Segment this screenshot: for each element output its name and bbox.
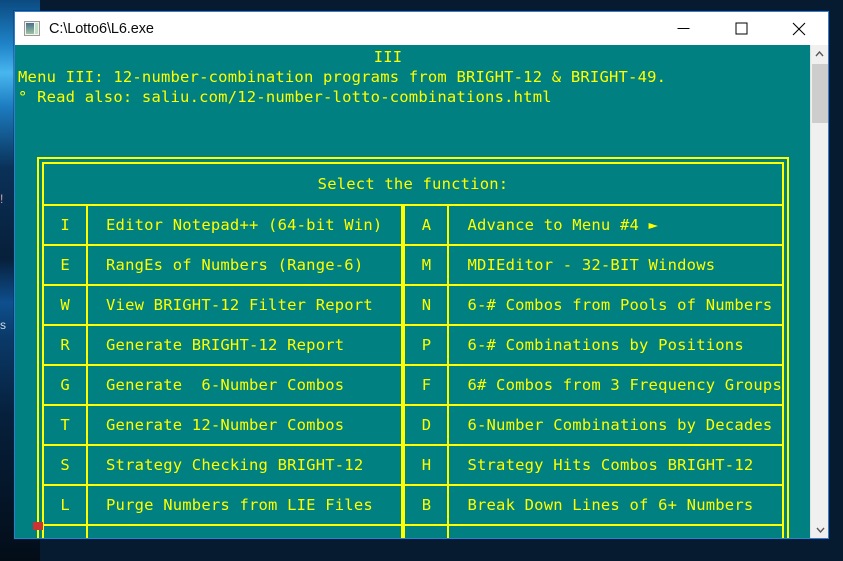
minimize-button[interactable] <box>654 12 712 45</box>
menu-label-D: 6-Number Combinations by Decades <box>467 416 773 434</box>
menu-label-E: RangEs of Numbers (Range-6) <box>106 256 364 274</box>
menu-item-H[interactable]: H Strategy Hits Combos BRIGHT-12 <box>405 446 782 486</box>
menu-item-7[interactable]: 7 7x7 Clusters for 6/49 Lotto <box>44 526 401 538</box>
menu-key-N: N <box>405 286 450 324</box>
menu-key-P: P <box>405 326 450 364</box>
console-output: III Menu III: 12-number-combination prog… <box>15 45 810 538</box>
close-icon <box>792 22 806 35</box>
console-window: C:\Lotto6\L6.exe III Menu III: 12-number… <box>14 11 829 539</box>
menu-item-T[interactable]: T Generate 12-Number Combos <box>44 406 402 446</box>
menu-key-H: H <box>405 446 450 484</box>
scroll-up-button[interactable] <box>811 45 828 62</box>
menu-key-W: W <box>44 286 88 324</box>
menu-item-M[interactable]: M MDIEditor - 32-BIT Windows <box>405 246 782 286</box>
console-header: III Menu III: 12-number-combination prog… <box>15 45 810 107</box>
menu-label-R: Generate BRIGHT-12 Report <box>106 336 345 354</box>
console-app-icon <box>24 21 40 36</box>
menu-item-E[interactable]: E RangEs of Numbers (Range-6) <box>44 246 402 286</box>
menu-key-L: L <box>44 486 88 524</box>
menu-item-B[interactable]: B Break Down Lines of 6+ Numbers <box>405 486 782 526</box>
menu-key-S: S <box>44 446 88 484</box>
menu-key-7: 7 <box>44 526 88 538</box>
menu-key-G: G <box>44 366 88 404</box>
menu-item-D[interactable]: D 6-Number Combinations by Decades <box>405 406 782 446</box>
header-read-also-link: ° Read also: saliu.com/12-number-lotto-c… <box>18 88 552 106</box>
menu-item-F[interactable]: F 6# Combos from 3 Frequency Groups <box>405 366 782 406</box>
menu-key-F: F <box>405 366 450 404</box>
desktop-icon-label-2: s <box>0 318 6 332</box>
menu-columns: I Editor Notepad++ (64-bit Win) E RangEs… <box>44 206 782 538</box>
menu-item-L[interactable]: L Purge Numbers from LIE Files <box>44 486 402 526</box>
menu-column-right: A Advance to Menu #4 ► M MDIEditor - 32-… <box>403 206 782 538</box>
header-title-roman: III <box>373 48 403 66</box>
menu-label-P: 6-# Combinations by Positions <box>467 336 744 354</box>
menu-label-A: Advance to Menu #4 ► <box>467 216 659 234</box>
menu-key-E: E <box>44 246 88 284</box>
menu-key-A: A <box>405 206 450 244</box>
header-menu-description: Menu III: 12-number-combination programs… <box>18 68 667 86</box>
menu-label-L: Purge Numbers from LIE Files <box>106 496 373 514</box>
menu-item-P[interactable]: P 6-# Combinations by Positions <box>405 326 782 366</box>
desktop-icon-label-1: ! <box>0 192 4 206</box>
menu-item-X[interactable]: X Return to Previous Menu <box>405 526 782 538</box>
close-button[interactable] <box>770 12 828 45</box>
vertical-scrollbar[interactable] <box>810 45 828 538</box>
menu-label-B: Break Down Lines of 6+ Numbers <box>467 496 754 514</box>
menu-key-X: X <box>405 526 450 538</box>
window-titlebar[interactable]: C:\Lotto6\L6.exe <box>15 12 828 45</box>
menu-item-W[interactable]: W View BRIGHT-12 Filter Report <box>44 286 402 326</box>
menu-inner-frame: Select the function: I Editor Notepad++ … <box>42 162 784 538</box>
menu-key-R: R <box>44 326 88 364</box>
menu-label-N: 6-# Combos from Pools of Numbers <box>467 296 773 314</box>
menu-key-B: B <box>405 486 450 524</box>
chevron-down-icon <box>815 527 825 533</box>
menu-label-W: View BRIGHT-12 Filter Report <box>106 296 373 314</box>
maximize-icon <box>735 22 747 35</box>
menu-label-I: Editor Notepad++ (64-bit Win) <box>106 216 383 234</box>
console-cursor <box>33 522 43 530</box>
menu-label-M: MDIEditor - 32-BIT Windows <box>467 256 716 274</box>
scroll-down-button[interactable] <box>811 521 828 538</box>
scrollbar-thumb[interactable] <box>812 64 828 123</box>
menu-frame: Select the function: I Editor Notepad++ … <box>37 157 789 538</box>
menu-item-I[interactable]: I Editor Notepad++ (64-bit Win) <box>44 206 402 246</box>
menu-item-N[interactable]: N 6-# Combos from Pools of Numbers <box>405 286 782 326</box>
menu-label-7: 7x7 Clusters for 6/49 Lotto <box>88 526 401 538</box>
menu-label-X: Return to Previous Menu <box>449 526 782 538</box>
console-client-area: III Menu III: 12-number-combination prog… <box>15 45 828 538</box>
menu-key-I: I <box>44 206 88 244</box>
maximize-button[interactable] <box>712 12 770 45</box>
menu-item-G[interactable]: G Generate 6-Number Combos <box>44 366 402 406</box>
menu-label-G: Generate 6-Number Combos <box>106 376 345 394</box>
menu-column-left: I Editor Notepad++ (64-bit Win) E RangEs… <box>44 206 404 538</box>
window-title: C:\Lotto6\L6.exe <box>49 20 154 37</box>
menu-label-S: Strategy Checking BRIGHT-12 <box>106 456 364 474</box>
menu-label-H: Strategy Hits Combos BRIGHT-12 <box>467 456 754 474</box>
chevron-up-icon <box>815 50 824 56</box>
menu-key-M: M <box>405 246 450 284</box>
menu-label-F: 6# Combos from 3 Frequency Groups <box>467 376 782 394</box>
minimize-icon <box>677 28 689 29</box>
window-controls <box>654 12 828 45</box>
menu-item-S[interactable]: S Strategy Checking BRIGHT-12 <box>44 446 402 486</box>
menu-key-T: T <box>44 406 88 444</box>
menu-label-T: Generate 12-Number Combos <box>106 416 345 434</box>
menu-key-D: D <box>405 406 450 444</box>
menu-item-A[interactable]: A Advance to Menu #4 ► <box>405 206 782 246</box>
select-function-header: Select the function: <box>44 164 782 206</box>
menu-item-R[interactable]: R Generate BRIGHT-12 Report <box>44 326 402 366</box>
